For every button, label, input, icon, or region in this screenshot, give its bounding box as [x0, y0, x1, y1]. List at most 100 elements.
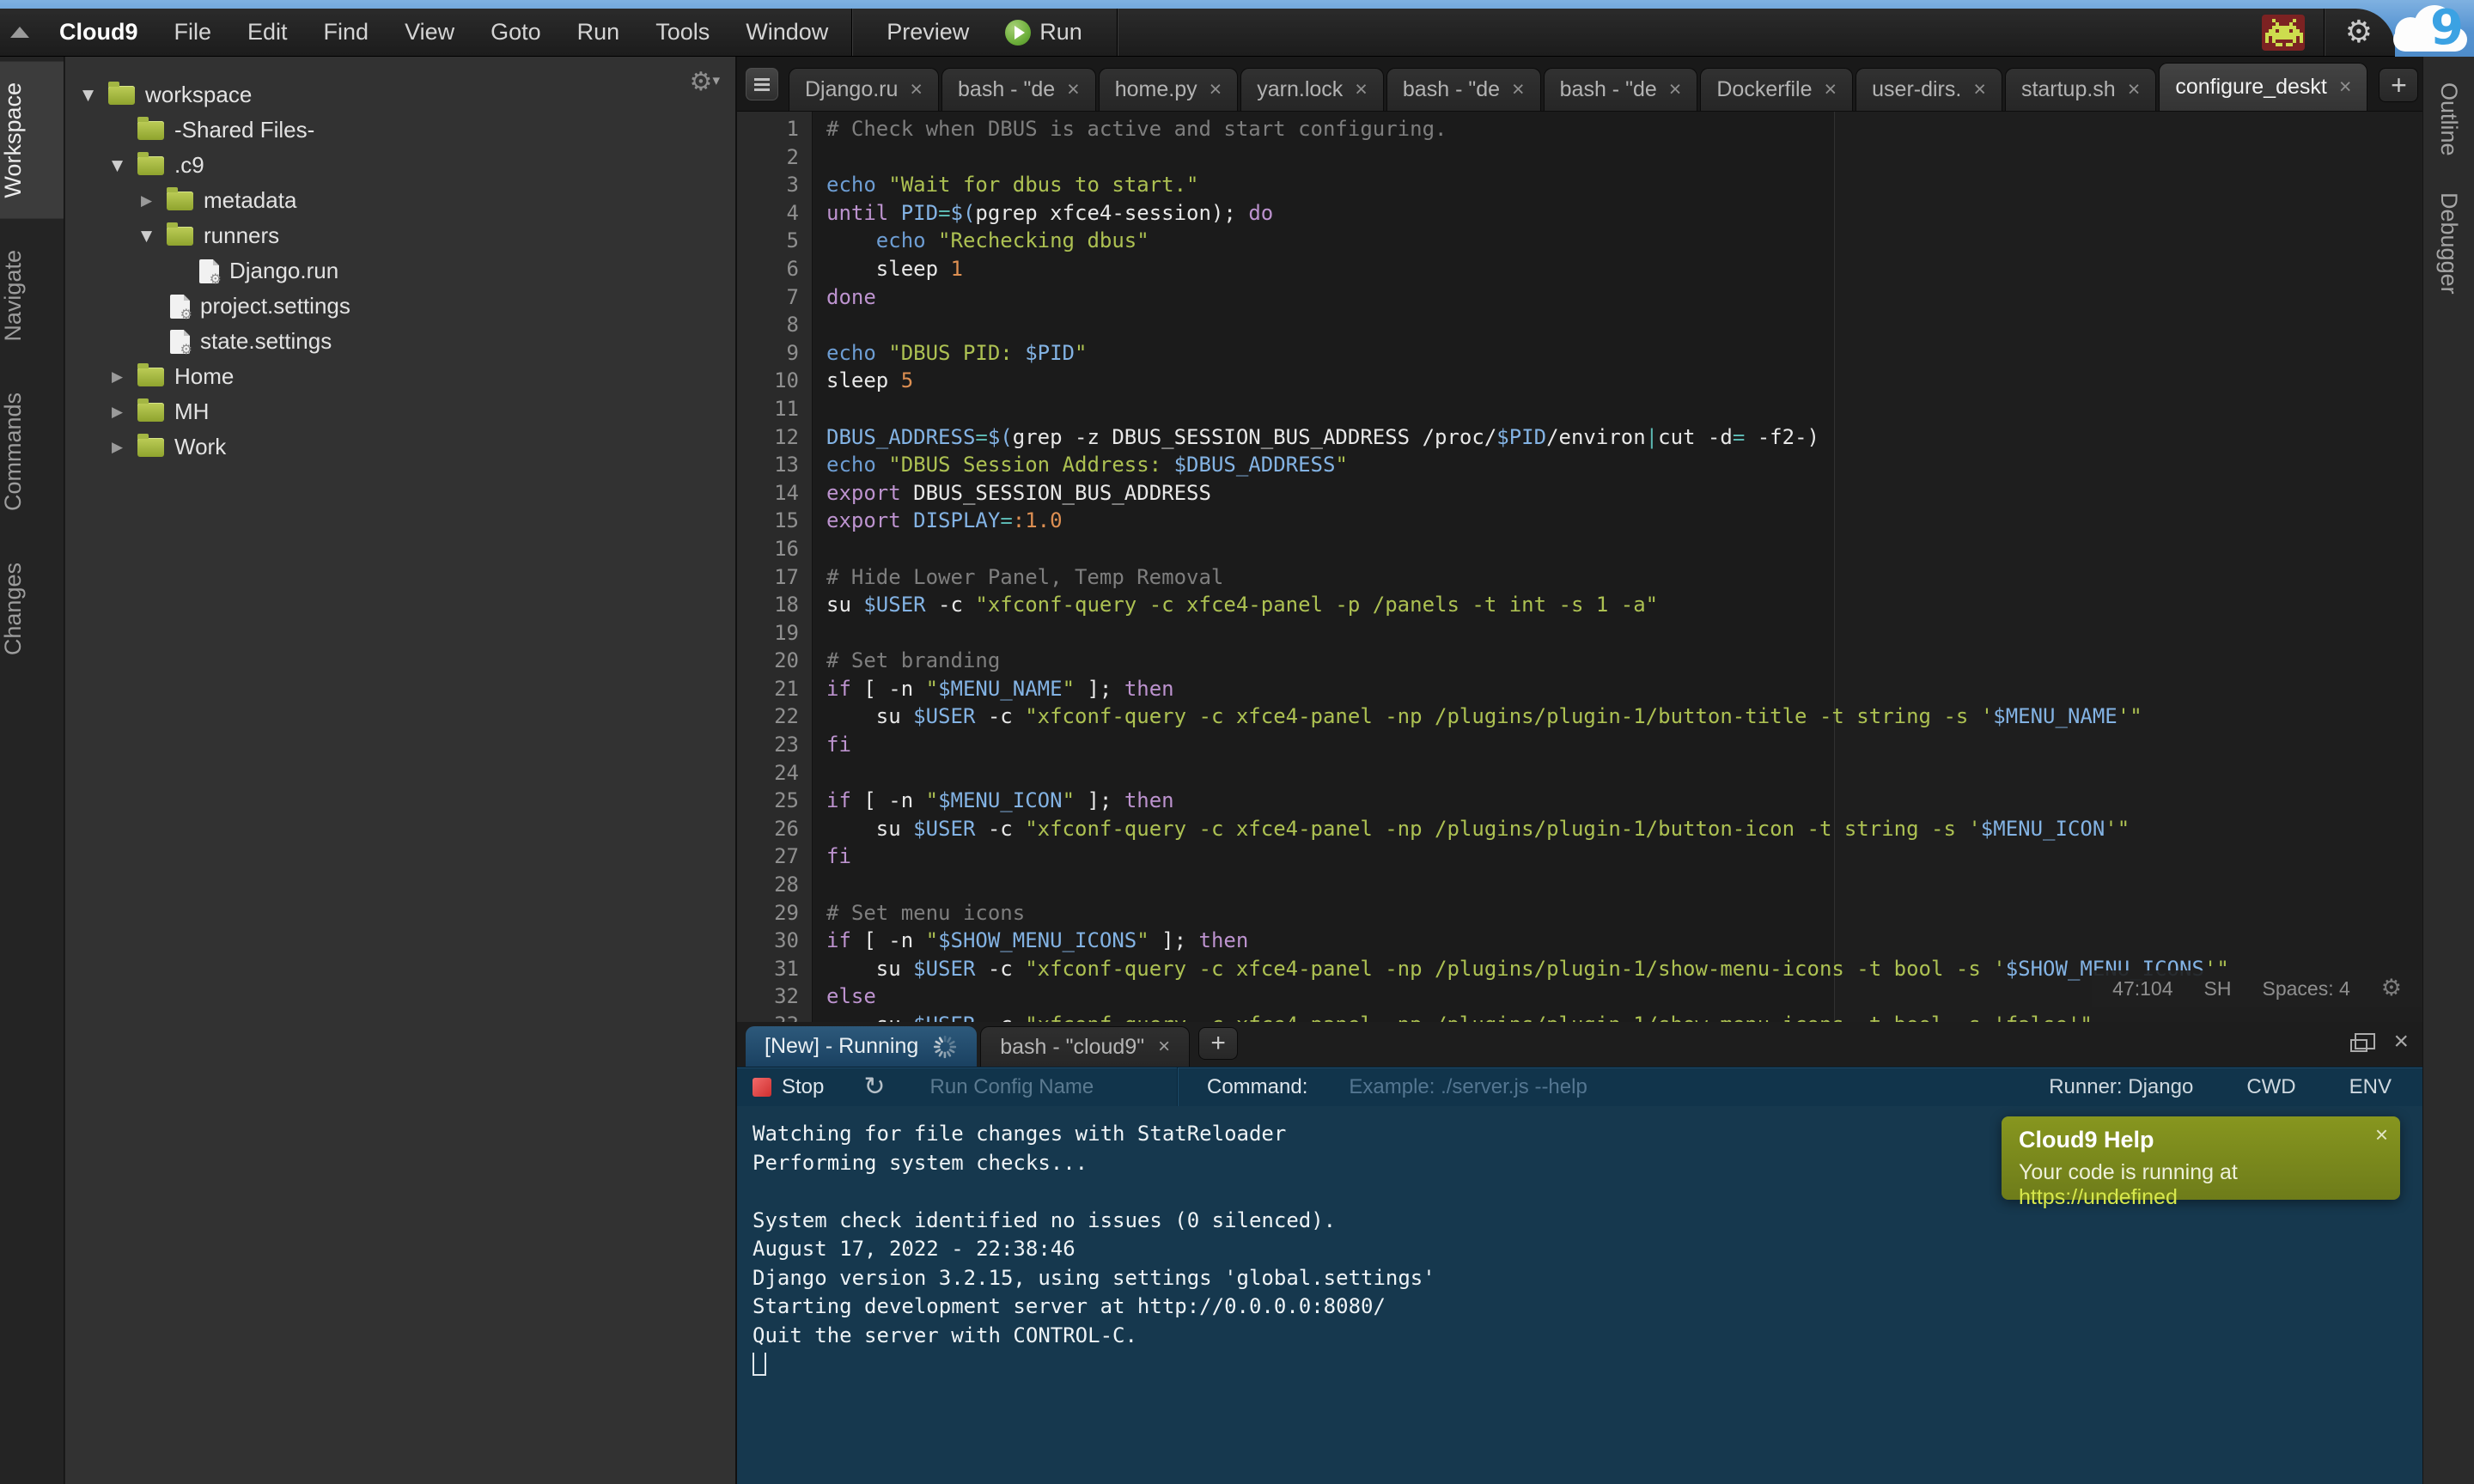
tab-close-icon[interactable]: × — [1210, 77, 1222, 102]
tab-close-icon[interactable]: × — [1067, 77, 1080, 102]
command-input[interactable]: Example: ./server.js --help — [1349, 1075, 1587, 1099]
tab-close-icon[interactable]: × — [2128, 77, 2141, 102]
tree-item-metadata[interactable]: ▶metadata — [65, 183, 735, 218]
editor-tab-yarn-lock[interactable]: yarn.lock× — [1240, 68, 1384, 111]
running-url-link[interactable]: https://undefined — [2019, 1185, 2178, 1209]
console-tab-new-running[interactable]: [New] - Running — [746, 1026, 977, 1067]
menu-collapse-icon[interactable] — [10, 27, 29, 38]
code-line-33[interactable]: 33 su $USER -c "xfconf-query -c xfce4-pa… — [737, 1011, 2422, 1022]
editor-tab-django-ru[interactable]: Django.ru× — [789, 68, 939, 111]
code-line-29[interactable]: 29# Set menu icons — [737, 899, 2422, 928]
new-console-tab-button[interactable]: + — [1198, 1027, 1238, 1060]
code-line-13[interactable]: 13echo "DBUS Session Address: $DBUS_ADDR… — [737, 451, 2422, 479]
menu-file[interactable]: File — [156, 19, 230, 46]
code-line-5[interactable]: 5 echo "Rechecking dbus" — [737, 227, 2422, 255]
line-number[interactable]: 28 — [737, 871, 813, 899]
code-line-21[interactable]: 21if [ -n "$MENU_NAME" ]; then — [737, 675, 2422, 703]
code-line-24[interactable]: 24 — [737, 759, 2422, 788]
tree-item-runners[interactable]: ▼runners — [65, 218, 735, 253]
line-number[interactable]: 15 — [737, 507, 813, 535]
env-button[interactable]: ENV — [2349, 1075, 2392, 1099]
line-number[interactable]: 21 — [737, 675, 813, 703]
stop-button-label[interactable]: Stop — [782, 1075, 824, 1099]
line-number[interactable]: 1 — [737, 115, 813, 143]
editor-tab-home-py[interactable]: home.py× — [1099, 68, 1239, 111]
tab-close-icon[interactable]: × — [910, 77, 923, 102]
line-number[interactable]: 23 — [737, 731, 813, 759]
code-line-18[interactable]: 18su $USER -c "xfconf-query -c xfce4-pan… — [737, 591, 2422, 619]
code-line-15[interactable]: 15export DISPLAY=:1.0 — [737, 507, 2422, 535]
expander-icon[interactable]: ▼ — [82, 87, 108, 104]
run-config-name-input[interactable]: Run Config Name — [930, 1075, 1094, 1099]
code-line-17[interactable]: 17# Hide Lower Panel, Temp Removal — [737, 563, 2422, 592]
line-number[interactable]: 20 — [737, 647, 813, 675]
line-number[interactable]: 31 — [737, 955, 813, 983]
preferences-gear-icon[interactable]: ⚙ — [2330, 15, 2395, 50]
line-number[interactable]: 22 — [737, 702, 813, 731]
line-number[interactable]: 5 — [737, 227, 813, 255]
sidebar-tab-changes[interactable]: Changes — [0, 542, 64, 676]
tab-close-icon[interactable]: × — [2339, 75, 2352, 100]
console-tab-bash-cloud9[interactable]: bash - "cloud9"× — [980, 1026, 1190, 1067]
help-close-icon[interactable]: × — [2375, 1122, 2388, 1148]
expander-icon[interactable]: ▶ — [112, 439, 137, 456]
code-line-12[interactable]: 12DBUS_ADDRESS=$(grep -z DBUS_SESSION_BU… — [737, 423, 2422, 452]
sidebar-tab-commands[interactable]: Commands — [0, 372, 64, 532]
maximize-panel-icon[interactable] — [2350, 1039, 2367, 1052]
line-number[interactable]: 10 — [737, 367, 813, 395]
menu-window[interactable]: Window — [728, 19, 846, 46]
code-line-25[interactable]: 25if [ -n "$MENU_ICON" ]; then — [737, 787, 2422, 815]
line-number[interactable]: 7 — [737, 283, 813, 312]
close-panel-icon[interactable]: × — [2393, 1027, 2409, 1056]
code-line-30[interactable]: 30if [ -n "$SHOW_MENU_ICONS" ]; then — [737, 927, 2422, 955]
menu-cloud9[interactable]: Cloud9 — [41, 19, 156, 46]
line-number[interactable]: 13 — [737, 451, 813, 479]
menu-run[interactable]: Run — [559, 19, 638, 46]
code-line-20[interactable]: 20# Set branding — [737, 647, 2422, 675]
tab-close-icon[interactable]: × — [1158, 1035, 1170, 1059]
syntax-mode[interactable]: SH — [2204, 975, 2232, 1003]
code-line-7[interactable]: 7done — [737, 283, 2422, 312]
tab-close-icon[interactable]: × — [1669, 77, 1682, 102]
code-line-11[interactable]: 11 — [737, 395, 2422, 423]
tab-close-icon[interactable]: × — [1825, 77, 1837, 102]
code-line-2[interactable]: 2 — [737, 143, 2422, 172]
sidebar-tab-debugger[interactable]: Debugger — [2435, 192, 2462, 295]
sidebar-tab-workspace[interactable]: Workspace — [0, 62, 64, 219]
tree-item-django-run[interactable]: ⚙Django.run — [65, 253, 735, 289]
code-line-22[interactable]: 22 su $USER -c "xfconf-query -c xfce4-pa… — [737, 702, 2422, 731]
code-line-16[interactable]: 16 — [737, 535, 2422, 563]
editor-tab-bash-de[interactable]: bash - "de× — [941, 68, 1096, 111]
tree-item-project-settings[interactable]: ⚙project.settings — [65, 289, 735, 324]
editor-tab-configure-deskt[interactable]: configure_deskt× — [2159, 63, 2367, 111]
tab-close-icon[interactable]: × — [1973, 77, 1986, 102]
sidebar-tab-navigate[interactable]: Navigate — [0, 229, 64, 362]
tree-item-home[interactable]: ▶Home — [65, 359, 735, 394]
menu-tools[interactable]: Tools — [637, 19, 728, 46]
tree-item-c9[interactable]: ▼.c9 — [65, 148, 735, 183]
line-number[interactable]: 12 — [737, 423, 813, 452]
menu-edit[interactable]: Edit — [229, 19, 306, 46]
expander-icon[interactable]: ▶ — [141, 192, 167, 210]
indent-setting[interactable]: Spaces: 4 — [2262, 975, 2349, 1003]
editor-tab-user-dirs[interactable]: user-dirs.× — [1855, 68, 2002, 111]
tab-close-icon[interactable]: × — [1512, 77, 1525, 102]
line-number[interactable]: 17 — [737, 563, 813, 592]
tree-item-mh[interactable]: ▶MH — [65, 394, 735, 429]
cursor-position[interactable]: 47:104 — [2112, 975, 2172, 1003]
line-number[interactable]: 4 — [737, 199, 813, 228]
line-number[interactable]: 3 — [737, 171, 813, 199]
line-number[interactable]: 25 — [737, 787, 813, 815]
code-line-28[interactable]: 28 — [737, 871, 2422, 899]
tree-item-work[interactable]: ▶Work — [65, 429, 735, 465]
line-number[interactable]: 2 — [737, 143, 813, 172]
run-button[interactable]: Run — [991, 19, 1112, 46]
code-line-4[interactable]: 4until PID=$(pgrep xfce4-session); do — [737, 199, 2422, 228]
code-line-10[interactable]: 10sleep 5 — [737, 367, 2422, 395]
line-number[interactable]: 11 — [737, 395, 813, 423]
line-number[interactable]: 32 — [737, 982, 813, 1011]
editor-tab-bash-de[interactable]: bash - "de× — [1386, 68, 1541, 111]
bug-report-icon[interactable] — [2262, 15, 2305, 51]
restart-icon[interactable]: ↻ — [863, 1072, 885, 1102]
code-line-26[interactable]: 26 su $USER -c "xfconf-query -c xfce4-pa… — [737, 815, 2422, 843]
